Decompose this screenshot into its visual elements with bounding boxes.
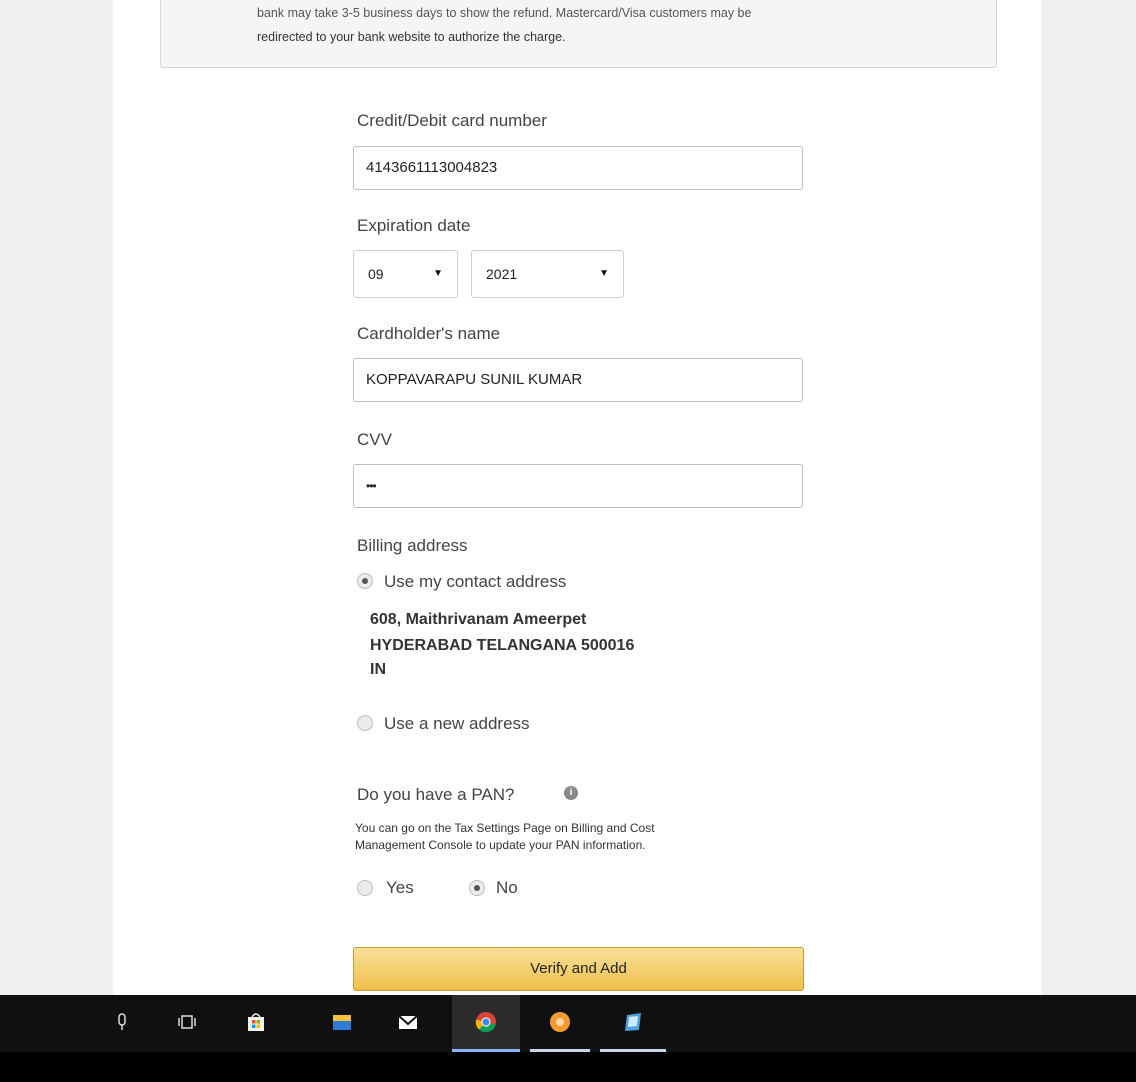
pan-no-radio[interactable] bbox=[469, 880, 485, 896]
mail-icon bbox=[398, 1015, 418, 1029]
expiration-month-select[interactable]: 09 ▼ bbox=[353, 250, 458, 298]
use-new-address-label[interactable]: Use a new address bbox=[384, 714, 530, 734]
bottom-black-bar bbox=[0, 1052, 1136, 1082]
card-number-input[interactable]: 4143661113004823 bbox=[353, 146, 803, 190]
chrome-icon bbox=[475, 1012, 496, 1033]
use-contact-address-radio[interactable] bbox=[357, 573, 373, 589]
cardholder-name-input[interactable]: KOPPAVARAPU SUNIL KUMAR bbox=[353, 358, 803, 402]
expiration-year-select[interactable]: 2021 ▼ bbox=[471, 250, 624, 298]
notepad-app-button[interactable] bbox=[600, 995, 666, 1052]
cardholder-name-label: Cardholder's name bbox=[357, 324, 501, 343]
address-line-3: IN bbox=[370, 661, 386, 678]
orange-app-button[interactable] bbox=[530, 995, 590, 1052]
billing-address-label: Billing address bbox=[357, 536, 468, 555]
windows-taskbar bbox=[0, 995, 1136, 1052]
pan-question: Do you have a PAN? bbox=[357, 785, 515, 804]
pan-help-text: You can go on the Tax Settings Page on B… bbox=[355, 820, 785, 854]
store-button[interactable] bbox=[232, 995, 278, 1052]
task-view-icon bbox=[178, 1015, 196, 1029]
notice-line-1: bank may take 3-5 business days to show … bbox=[257, 6, 752, 20]
pan-yes-radio[interactable] bbox=[357, 880, 373, 896]
address-line-2: HYDERABAD TELANGANA 500016 bbox=[370, 637, 635, 654]
microphone-icon bbox=[118, 1013, 126, 1030]
store-icon bbox=[248, 1013, 264, 1031]
expiration-month-value: 09 bbox=[368, 266, 384, 282]
chevron-down-icon: ▼ bbox=[599, 268, 609, 279]
chrome-button[interactable] bbox=[452, 995, 520, 1052]
use-contact-address-label[interactable]: Use my contact address bbox=[384, 572, 566, 592]
expiration-year-value: 2021 bbox=[486, 266, 518, 282]
verify-and-add-button[interactable]: Verify and Add bbox=[353, 947, 804, 991]
cvv-label: CVV bbox=[357, 430, 392, 449]
pan-yes-label[interactable]: Yes bbox=[386, 878, 414, 898]
address-line-1: 608, Maithrivanam Ameerpet bbox=[370, 611, 587, 628]
card-number-label: Credit/Debit card number bbox=[357, 111, 547, 130]
pan-help-line-1: You can go on the Tax Settings Page on B… bbox=[355, 821, 655, 835]
notice-line-2: redirected to your bank website to autho… bbox=[257, 30, 566, 44]
microphone-button[interactable] bbox=[98, 995, 144, 1052]
task-view-button[interactable] bbox=[163, 995, 209, 1052]
payment-form-page: bank may take 3-5 business days to show … bbox=[113, 0, 1041, 995]
refund-notice: bank may take 3-5 business days to show … bbox=[160, 0, 997, 68]
orange-app-icon bbox=[550, 1012, 570, 1032]
cvv-input[interactable]: ••• bbox=[353, 464, 803, 508]
chevron-down-icon: ▼ bbox=[433, 268, 443, 279]
info-icon[interactable]: i bbox=[564, 786, 578, 800]
pan-no-label[interactable]: No bbox=[496, 878, 518, 898]
file-explorer-button[interactable] bbox=[318, 995, 364, 1052]
mail-button[interactable] bbox=[384, 995, 430, 1052]
file-explorer-icon bbox=[333, 1015, 351, 1030]
use-new-address-radio[interactable] bbox=[357, 715, 373, 731]
expiration-date-label: Expiration date bbox=[357, 216, 471, 235]
notepad-app-icon bbox=[625, 1013, 641, 1031]
pan-help-line-2: Management Console to update your PAN in… bbox=[355, 838, 646, 852]
